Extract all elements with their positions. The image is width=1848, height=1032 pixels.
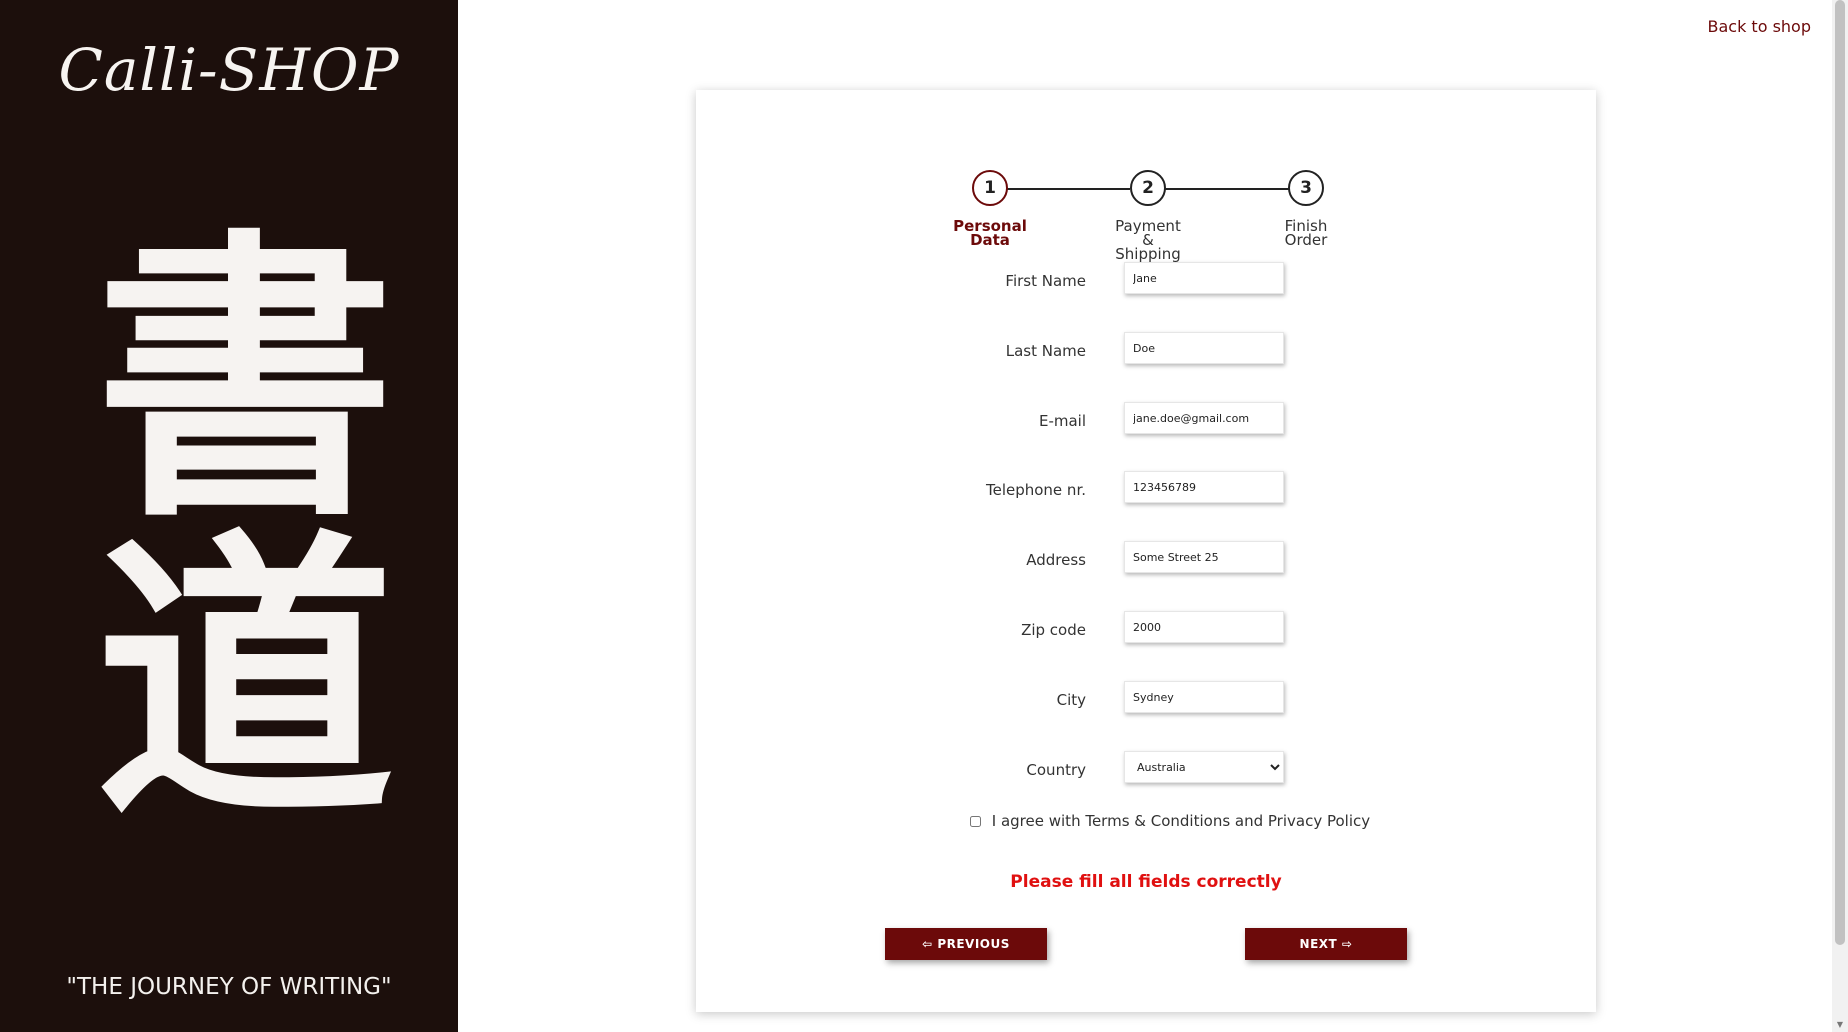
telephone-label: Telephone nr. [985, 481, 1086, 499]
step-number: 3 [1288, 170, 1324, 206]
first-name-input[interactable] [1124, 262, 1284, 294]
country-label: Country [1026, 761, 1086, 779]
address-input[interactable] [1124, 541, 1284, 573]
telephone-row: Telephone nr. [696, 471, 1596, 505]
step-finish-order: 3 Finish Order [1246, 170, 1366, 249]
telephone-input[interactable] [1124, 471, 1284, 503]
agree-terms-label: I agree with Terms & Conditions and Priv… [991, 812, 1371, 830]
last-name-input[interactable] [1124, 332, 1284, 364]
city-label: City [1056, 691, 1086, 709]
step-label: Finish Order [1284, 217, 1328, 249]
step-personal-data: 1 Personal Data [930, 170, 1050, 249]
city-row: City [696, 681, 1596, 715]
last-name-row: Last Name [696, 332, 1596, 366]
email-input[interactable] [1124, 402, 1284, 434]
first-name-label: First Name [1005, 272, 1086, 290]
brand-tagline: "THE JOURNEY OF WRITING" [66, 974, 392, 1000]
zip-label: Zip code [1021, 621, 1086, 639]
previous-button[interactable]: ⇦ PREVIOUS [885, 928, 1047, 960]
checkout-card: 1 Personal Data 2 Payment & Shipping 3 F… [696, 90, 1596, 1012]
brand-logo[interactable]: Calli-SHOP [0, 36, 458, 104]
scroll-down-arrow-icon[interactable]: ▼ [1832, 1018, 1848, 1032]
last-name-label: Last Name [1005, 342, 1086, 360]
address-row: Address [696, 541, 1596, 575]
step-number: 2 [1130, 170, 1166, 206]
step-number: 1 [972, 170, 1008, 206]
address-label: Address [1026, 551, 1086, 569]
form-error-message: Please fill all fields correctly [1010, 872, 1282, 892]
calligraphy-artwork: 書道 [95, 203, 395, 856]
page-scrollbar[interactable]: ▲ ▼ [1832, 0, 1848, 1032]
agree-terms-checkbox[interactable] [970, 816, 981, 827]
email-label: E-mail [1038, 412, 1086, 430]
scroll-thumb[interactable] [1835, 0, 1845, 945]
country-row: Country Australia [696, 751, 1596, 785]
next-button[interactable]: NEXT ⇨ [1245, 928, 1407, 960]
first-name-row: First Name [696, 262, 1596, 296]
brand-sidebar: Calli-SHOP 書道 "THE JOURNEY OF WRITING" [0, 0, 458, 1032]
step-label: Payment & Shipping [1115, 217, 1181, 263]
city-input[interactable] [1124, 681, 1284, 713]
checkout-stepper: 1 Personal Data 2 Payment & Shipping 3 F… [696, 130, 1596, 262]
back-to-shop-link[interactable]: Back to shop [1708, 17, 1812, 36]
email-row: E-mail [696, 402, 1596, 436]
step-label: Personal Data [953, 217, 1027, 249]
agree-terms[interactable]: I agree with Terms & Conditions and Priv… [970, 812, 1370, 830]
zip-input[interactable] [1124, 611, 1284, 643]
zip-row: Zip code [696, 611, 1596, 645]
step-payment-shipping: 2 Payment & Shipping [1088, 170, 1208, 263]
country-select[interactable]: Australia [1124, 751, 1284, 783]
